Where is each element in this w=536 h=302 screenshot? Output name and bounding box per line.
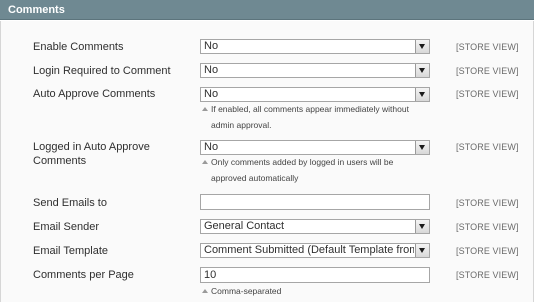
chevron-down-icon[interactable]: [415, 244, 429, 257]
logged-in-auto-approve-value: No: [204, 141, 219, 153]
login-required-select[interactable]: No: [200, 63, 430, 78]
email-template-select[interactable]: Comment Submitted (Default Template from…: [200, 243, 430, 258]
auto-approve-label: Auto Approve Comments: [33, 88, 156, 100]
section-header-comments[interactable]: Comments: [0, 0, 534, 20]
email-sender-scope: [STORE VIEW]: [456, 222, 519, 232]
logged-in-auto-approve-note-2: approved automatically: [211, 173, 299, 183]
chevron-down-icon[interactable]: [415, 141, 429, 154]
enable-comments-label: Enable Comments: [33, 41, 124, 53]
note-triangle-icon: [202, 107, 208, 111]
note-triangle-icon: [202, 160, 208, 164]
logged-in-auto-approve-label: Logged in Auto Approve: [33, 141, 150, 153]
chevron-down-icon[interactable]: [415, 220, 429, 233]
email-template-scope: [STORE VIEW]: [456, 246, 519, 256]
login-required-label: Login Required to Comment: [33, 65, 171, 77]
auto-approve-select[interactable]: No: [200, 87, 430, 102]
enable-comments-select[interactable]: No: [200, 39, 430, 54]
logged-in-auto-approve-note: Only comments added by logged in users w…: [202, 156, 417, 169]
comments-fieldset: Enable Comments No [STORE VIEW] Login Re…: [0, 21, 534, 302]
auto-approve-note: If enabled, all comments appear immediat…: [202, 103, 417, 116]
auto-approve-note-2: admin approval.: [211, 120, 272, 130]
enable-comments-value: No: [204, 40, 219, 52]
login-required-scope: [STORE VIEW]: [456, 66, 519, 76]
auto-approve-scope: [STORE VIEW]: [456, 89, 519, 99]
chevron-down-icon[interactable]: [415, 40, 429, 53]
send-emails-to-scope: [STORE VIEW]: [456, 198, 519, 208]
login-required-value: No: [204, 64, 219, 76]
logged-in-auto-approve-scope: [STORE VIEW]: [456, 142, 519, 152]
note-triangle-icon: [202, 289, 208, 293]
comments-per-page-input[interactable]: [200, 267, 430, 283]
send-emails-to-label: Send Emails to: [33, 197, 107, 209]
email-sender-select[interactable]: General Contact: [200, 219, 430, 234]
logged-in-auto-approve-select[interactable]: No: [200, 140, 430, 155]
logged-in-auto-approve-label-2: Comments: [33, 155, 87, 167]
comments-per-page-scope: [STORE VIEW]: [456, 270, 519, 280]
chevron-down-icon[interactable]: [415, 64, 429, 77]
send-emails-to-input[interactable]: [200, 194, 430, 210]
auto-approve-value: No: [204, 88, 219, 100]
email-template-value: Comment Submitted (Default Template from…: [204, 244, 414, 256]
enable-comments-scope: [STORE VIEW]: [456, 42, 519, 52]
email-template-label: Email Template: [33, 245, 108, 257]
comments-per-page-label: Comments per Page: [33, 269, 134, 281]
email-sender-label: Email Sender: [33, 221, 100, 233]
config-page: Comments Enable Comments No [STORE VIEW]…: [0, 0, 536, 302]
email-sender-value: General Contact: [204, 220, 285, 232]
chevron-down-icon[interactable]: [415, 88, 429, 101]
comments-per-page-note: Comma-separated: [202, 285, 417, 298]
